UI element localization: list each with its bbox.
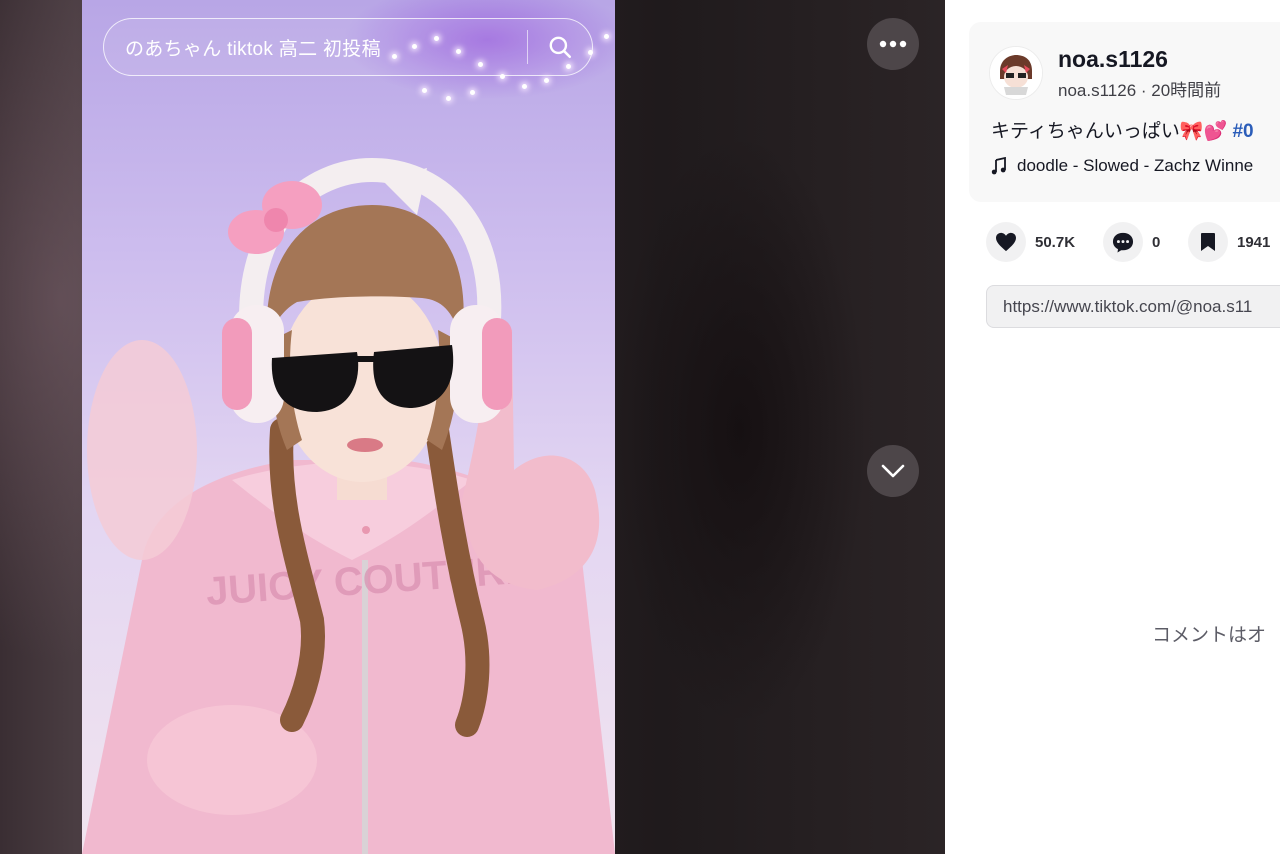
like-icon-wrap: [986, 222, 1026, 262]
post-description-card: noa.s1126 noa.s1126 · 20時間前 キティちゃんいっぱい🎀💕…: [969, 22, 1280, 202]
like-button[interactable]: 50.7K: [986, 222, 1075, 262]
more-horizontal-icon: [879, 40, 907, 48]
comment-icon: [1112, 232, 1134, 253]
save-icon-wrap: [1188, 222, 1228, 262]
post-meta: noa.s1126 · 20時間前: [1058, 81, 1222, 100]
music-title: doodle - Slowed - Zachz Winne: [1017, 156, 1254, 175]
comments-status-message: コメントはオ: [1152, 625, 1267, 646]
search-button[interactable]: [528, 18, 592, 76]
avatar-image: [990, 47, 1042, 99]
copy-link-field[interactable]: https://www.tiktok.com/@noa.s11: [986, 285, 1280, 328]
next-video-button[interactable]: [867, 445, 919, 497]
chevron-down-icon: [881, 464, 905, 478]
video-subject-illustration: JUICY COUTURE: [82, 157, 615, 854]
save-button[interactable]: 1941: [1188, 222, 1270, 262]
post-info-panel: noa.s1126 noa.s1126 · 20時間前 キティちゃんいっぱい🎀💕…: [945, 0, 1280, 854]
video-link[interactable]: https://www.tiktok.com/@noa.s11: [1003, 297, 1252, 317]
heart-icon: [996, 232, 1016, 252]
video-player[interactable]: JUICY COUTURE: [82, 0, 615, 854]
search-bar[interactable]: のあちゃん tiktok 高二 初投稿: [103, 18, 593, 76]
comment-count: 0: [1152, 233, 1161, 251]
caption-text: キティちゃんいっぱい🎀💕: [991, 121, 1228, 142]
like-count: 50.7K: [1035, 233, 1076, 251]
more-options-button[interactable]: [867, 18, 919, 70]
music-note-icon: [991, 157, 1006, 175]
save-count: 1941: [1237, 233, 1271, 251]
music-link[interactable]: doodle - Slowed - Zachz Winne: [991, 156, 1253, 176]
search-input[interactable]: のあちゃん tiktok 高二 初投稿: [104, 34, 527, 61]
comment-icon-wrap: [1103, 222, 1143, 262]
avatar[interactable]: [989, 46, 1043, 100]
hashtag-link[interactable]: #0: [1232, 121, 1253, 142]
bookmark-icon: [1201, 233, 1215, 251]
username[interactable]: noa.s1126: [1058, 46, 1168, 73]
video-stage: JUICY COUTURE のあちゃん tiktok 高二 初投稿: [0, 0, 945, 854]
comment-button[interactable]: 0: [1103, 222, 1160, 262]
post-caption: キティちゃんいっぱい🎀💕 #0: [991, 116, 1254, 143]
search-icon: [549, 36, 572, 59]
